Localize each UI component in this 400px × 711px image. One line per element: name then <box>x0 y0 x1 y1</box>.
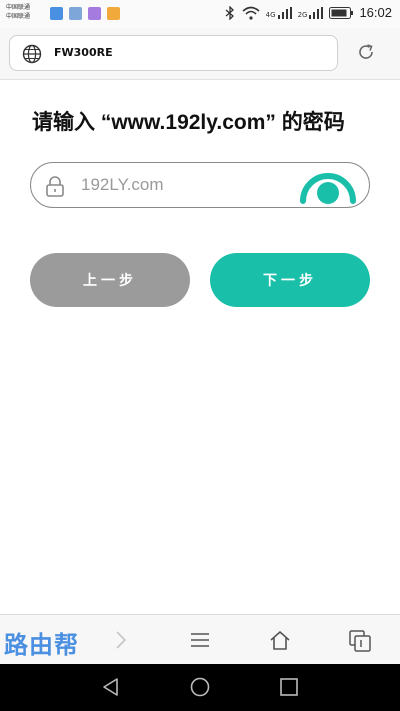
prev-step-button[interactable]: 上一步 <box>30 253 190 307</box>
recents-icon[interactable] <box>278 676 300 698</box>
tabs-icon[interactable] <box>348 629 372 653</box>
lock-icon <box>46 176 64 197</box>
signal-1-label: 4G <box>265 10 276 19</box>
signal-2-label: 2G <box>297 10 308 19</box>
carrier-line-1: 中国联通 <box>6 4 31 11</box>
browser-address-area: FW300RE <box>0 28 400 80</box>
game-notification-icon <box>88 7 101 20</box>
reload-icon[interactable] <box>356 42 376 62</box>
signal-1-icon <box>277 6 292 19</box>
bluetooth-icon <box>225 5 234 20</box>
menu-icon[interactable] <box>189 629 211 651</box>
app-notification-icon <box>50 7 63 20</box>
back-icon[interactable] <box>100 676 122 698</box>
carrier-line-2: 中国联通 <box>6 13 31 20</box>
watermark: 路由帮 <box>4 631 79 659</box>
address-bar[interactable]: FW300RE <box>9 35 338 71</box>
notification-icons <box>50 7 120 20</box>
gallery-notification-icon <box>69 7 82 20</box>
home-icon[interactable] <box>268 629 292 651</box>
show-password-icon[interactable] <box>299 167 357 205</box>
next-step-button[interactable]: 下一步 <box>210 253 370 307</box>
wifi-icon <box>242 6 260 20</box>
signal-2-icon <box>309 6 324 19</box>
battery-icon <box>329 6 354 19</box>
browser-toolbar: 路由帮 <box>0 614 400 664</box>
password-input[interactable] <box>81 171 281 199</box>
status-right: 4G 2G 16:02 <box>224 5 392 20</box>
page-heading: 请输入 “www.192ly.com” 的密码 <box>32 111 345 134</box>
forward-icon[interactable] <box>114 629 128 651</box>
signal-1: 4G <box>265 6 292 19</box>
globe-icon <box>22 44 42 64</box>
url-text: FW300RE <box>54 46 113 59</box>
signal-2: 2G <box>297 6 324 19</box>
store-notification-icon <box>107 7 120 20</box>
system-nav-bar <box>0 664 400 711</box>
clock: 16:02 <box>359 5 392 20</box>
carrier-label: 中国联通 中国联通 <box>6 3 30 21</box>
status-bar: 中国联通 中国联通 4G 2G 16:02 <box>0 0 400 28</box>
home-button-icon[interactable] <box>189 676 211 698</box>
password-field[interactable] <box>30 162 370 208</box>
